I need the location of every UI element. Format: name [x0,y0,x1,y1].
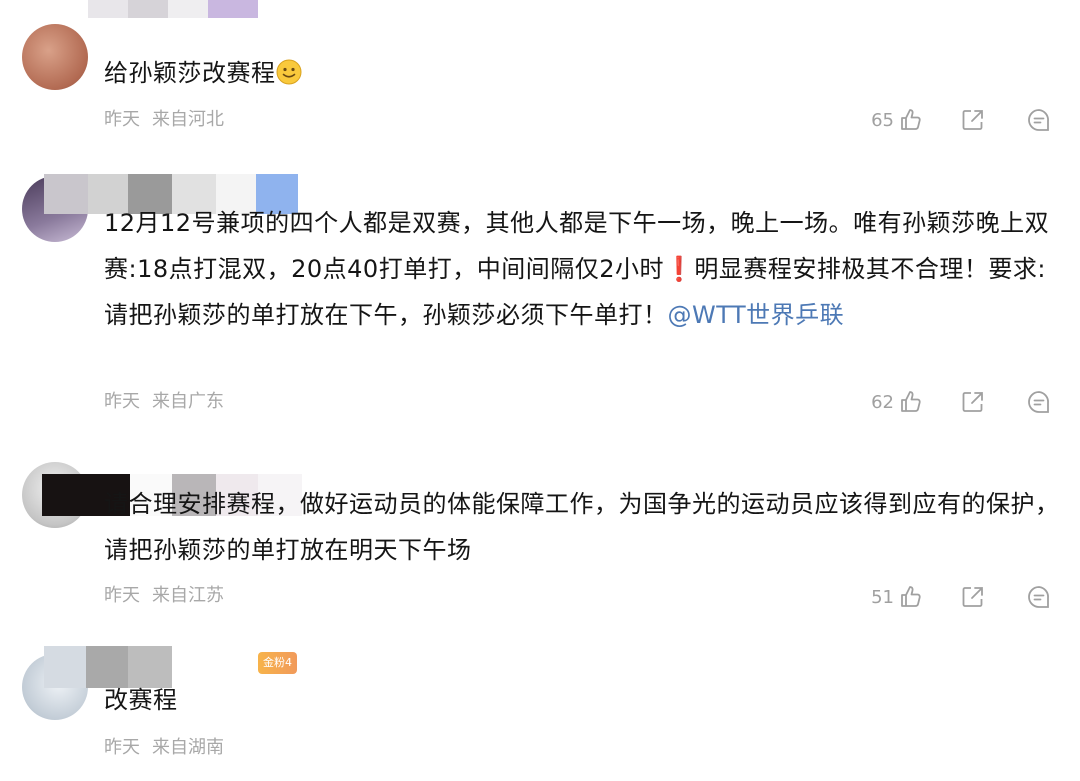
comment-meta: 昨天 来自河北 [104,108,224,132]
comment-actions: 65 [871,107,1052,133]
mention-link[interactable]: @WTT世界乒联 [668,301,845,329]
comment-text: 改赛程 [104,686,178,714]
comment-item: 请合理安排赛程，做好运动员的体能保障工作，为国争光的运动员应该得到应有的保护，请… [0,450,1080,640]
comment-meta: 昨天 来自湖南 [104,736,224,760]
like-count: 65 [871,109,894,131]
comment-date: 昨天 [104,391,140,412]
comment-location: 来自河北 [152,109,224,130]
like-button[interactable]: 51 [871,584,924,610]
comment-icon[interactable] [1026,107,1052,133]
comment-icon[interactable] [1026,389,1052,415]
share-icon[interactable] [960,389,986,415]
comment-date: 昨天 [104,585,140,606]
like-count: 62 [871,391,894,413]
comment-item: 金粉4 改赛程 昨天 来自湖南 [0,640,1080,781]
comment-location: 来自广东 [152,391,224,412]
comment-icon[interactable] [1026,584,1052,610]
comment-actions: 62 [871,389,1052,415]
comment-list: 给孙颖莎改赛程 昨天 来自河北 65 12月12号兼项的四个人都是双赛，其他人都是… [0,0,1080,781]
comment-location: 来自湖南 [152,737,224,758]
comment-item: 12月12号兼项的四个人都是双赛，其他人都是下午一场，晚上一场。唯有孙颖莎晚上双… [0,150,1080,450]
comment-location: 来自江苏 [152,585,224,606]
comment-date: 昨天 [104,109,140,130]
smile-emoji [276,59,301,85]
like-icon [901,391,921,412]
comment-text: 给孙颖莎改赛程 [104,50,1064,96]
like-button[interactable]: 62 [871,389,924,415]
like-count: 51 [871,586,894,608]
fan-badge[interactable]: 金粉4 [258,652,297,674]
username-blurred[interactable] [88,0,258,18]
share-icon[interactable] [960,584,986,610]
comment-date: 昨天 [104,737,140,758]
comment-item: 给孙颖莎改赛程 昨天 来自河北 65 [0,0,1080,150]
like-icon [901,109,921,130]
avatar[interactable] [22,24,88,90]
comment-meta: 昨天 来自广东 [104,390,224,414]
comment-actions: 51 [871,584,1052,610]
like-icon [901,586,921,607]
like-button[interactable]: 65 [871,107,924,133]
share-icon[interactable] [960,107,986,133]
comment-meta: 昨天 来自江苏 [104,584,224,608]
comment-text: 12月12号兼项的四个人都是双赛，其他人都是下午一场，晚上一场。唯有孙颖莎晚上双… [104,209,1050,329]
warning-mark: ❗ [663,255,695,283]
comment-text: 请合理安排赛程，做好运动员的体能保障工作，为国争光的运动员应该得到应有的保护，请… [104,490,1060,564]
